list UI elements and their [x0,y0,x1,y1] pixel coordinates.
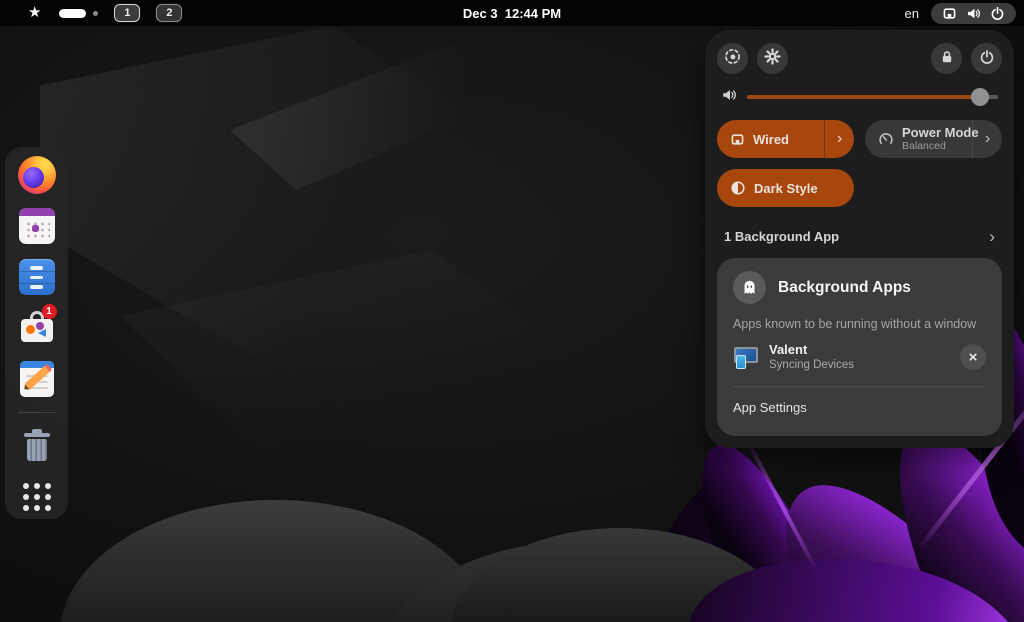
files-icon [18,259,55,295]
speaker-icon [721,87,737,108]
dock-item-firefox[interactable] [15,155,59,195]
volume-fill [747,95,981,99]
workspace-inactive-dot [93,10,99,16]
calendar-dot [31,225,39,232]
trash-icon [22,429,52,463]
dock-separator [17,412,56,413]
software-orange-dot [25,325,35,334]
dock-item-trash[interactable] [15,426,59,466]
wired-expand-button[interactable]: › [824,120,854,158]
background-apps-count: 1 Background App [724,228,840,244]
power-icon [979,49,995,68]
top-bar: ★ 1 2 Dec 3 12:44 PM en [0,0,1024,26]
dock: 1 [5,147,68,519]
top-bar-right: en [905,2,1024,24]
lock-button[interactable] [931,42,962,74]
power-mode-label: Power Mode [902,124,979,140]
top-bar-left: ★ 1 2 [0,0,183,26]
dark-style-icon [730,180,746,196]
close-icon: × [968,348,978,366]
volume-icon [966,6,981,21]
dock-item-software[interactable]: 1 [15,304,59,348]
app-status: Syncing Devices [769,359,855,372]
valent-close-button[interactable]: × [960,344,986,371]
toggle-power-mode[interactable]: Power Mode Balanced › [865,120,1002,158]
app-settings-button[interactable]: App Settings [733,400,986,415]
volume-row [717,87,1002,107]
dock-item-text-editor[interactable] [15,359,59,399]
update-count-badge: 1 [41,304,57,319]
power-icon [990,6,1005,21]
quick-toggles: Wired › Power Mode Balanced › Dark Style [717,120,1002,207]
network-wired-icon [942,6,957,21]
wired-label: Wired [753,131,789,147]
dock-item-calendar[interactable] [15,206,59,246]
gear-icon [764,48,781,68]
background-apps-card: Background Apps Apps known to be running… [717,258,1002,436]
power-mode-expand-button[interactable]: › [972,120,1002,158]
valent-app-icon [733,344,759,370]
app-name: Valent [769,342,808,357]
firefox-globe [22,167,44,188]
calendar-header [18,208,55,216]
toggle-wired[interactable]: Wired › [717,120,854,158]
input-source-indicator[interactable]: en [905,6,919,21]
valent-phone [736,355,746,370]
workspace-key-1[interactable]: 1 [114,4,141,22]
drawer-handle [30,275,43,280]
background-apps-header: Background Apps [733,271,986,304]
power-menu-button[interactable] [971,42,1002,74]
workspace-indicator[interactable] [59,8,99,18]
dock-item-files[interactable] [15,257,59,297]
drawer-handle [30,266,43,270]
background-apps-title: Background Apps [778,278,911,296]
software-blue-triangle [37,329,46,337]
chevron-right-icon: › [989,226,995,246]
trash-lid [23,433,50,437]
chevron-right-icon: › [984,130,991,147]
toggle-dark-style[interactable]: Dark Style [717,169,854,207]
quick-settings-header [717,42,1002,74]
settings-button[interactable] [757,42,788,74]
chevron-right-icon: › [836,130,843,147]
dark-style-label: Dark Style [754,180,818,196]
clock[interactable]: Dec 3 12:44 PM [463,6,561,21]
network-wired-icon [730,132,745,147]
power-mode-sublabel: Balanced [902,140,946,153]
dock-item-show-apps[interactable] [15,477,59,517]
quick-settings-panel: Wired › Power Mode Balanced › Dark Style… [705,30,1014,448]
volume-slider[interactable] [747,88,998,106]
software-icon: 1 [17,304,57,348]
favorites-star-icon[interactable]: ★ [28,0,41,26]
trash-body [26,439,47,461]
lock-icon [939,49,955,68]
calendar-icon [18,208,55,244]
screenshot-button[interactable] [717,42,748,74]
app-grid-icon [22,483,51,511]
firefox-icon [17,156,56,194]
drawer-handle [30,285,43,289]
power-mode-icon [878,131,894,147]
workspace-active-pill [59,8,87,18]
screenshot-icon [724,48,741,68]
background-apps-subtitle: Apps known to be running without a windo… [733,317,977,331]
system-status-area[interactable] [931,2,1016,24]
card-divider [733,385,986,387]
text-editor-icon [19,361,54,397]
volume-knob[interactable] [971,88,990,106]
background-app-row-valent: Valent Syncing Devices × [733,342,986,373]
background-apps-row[interactable]: 1 Background App › [717,222,1002,250]
workspace-key-2[interactable]: 2 [156,4,183,22]
ghost-icon [733,271,766,304]
